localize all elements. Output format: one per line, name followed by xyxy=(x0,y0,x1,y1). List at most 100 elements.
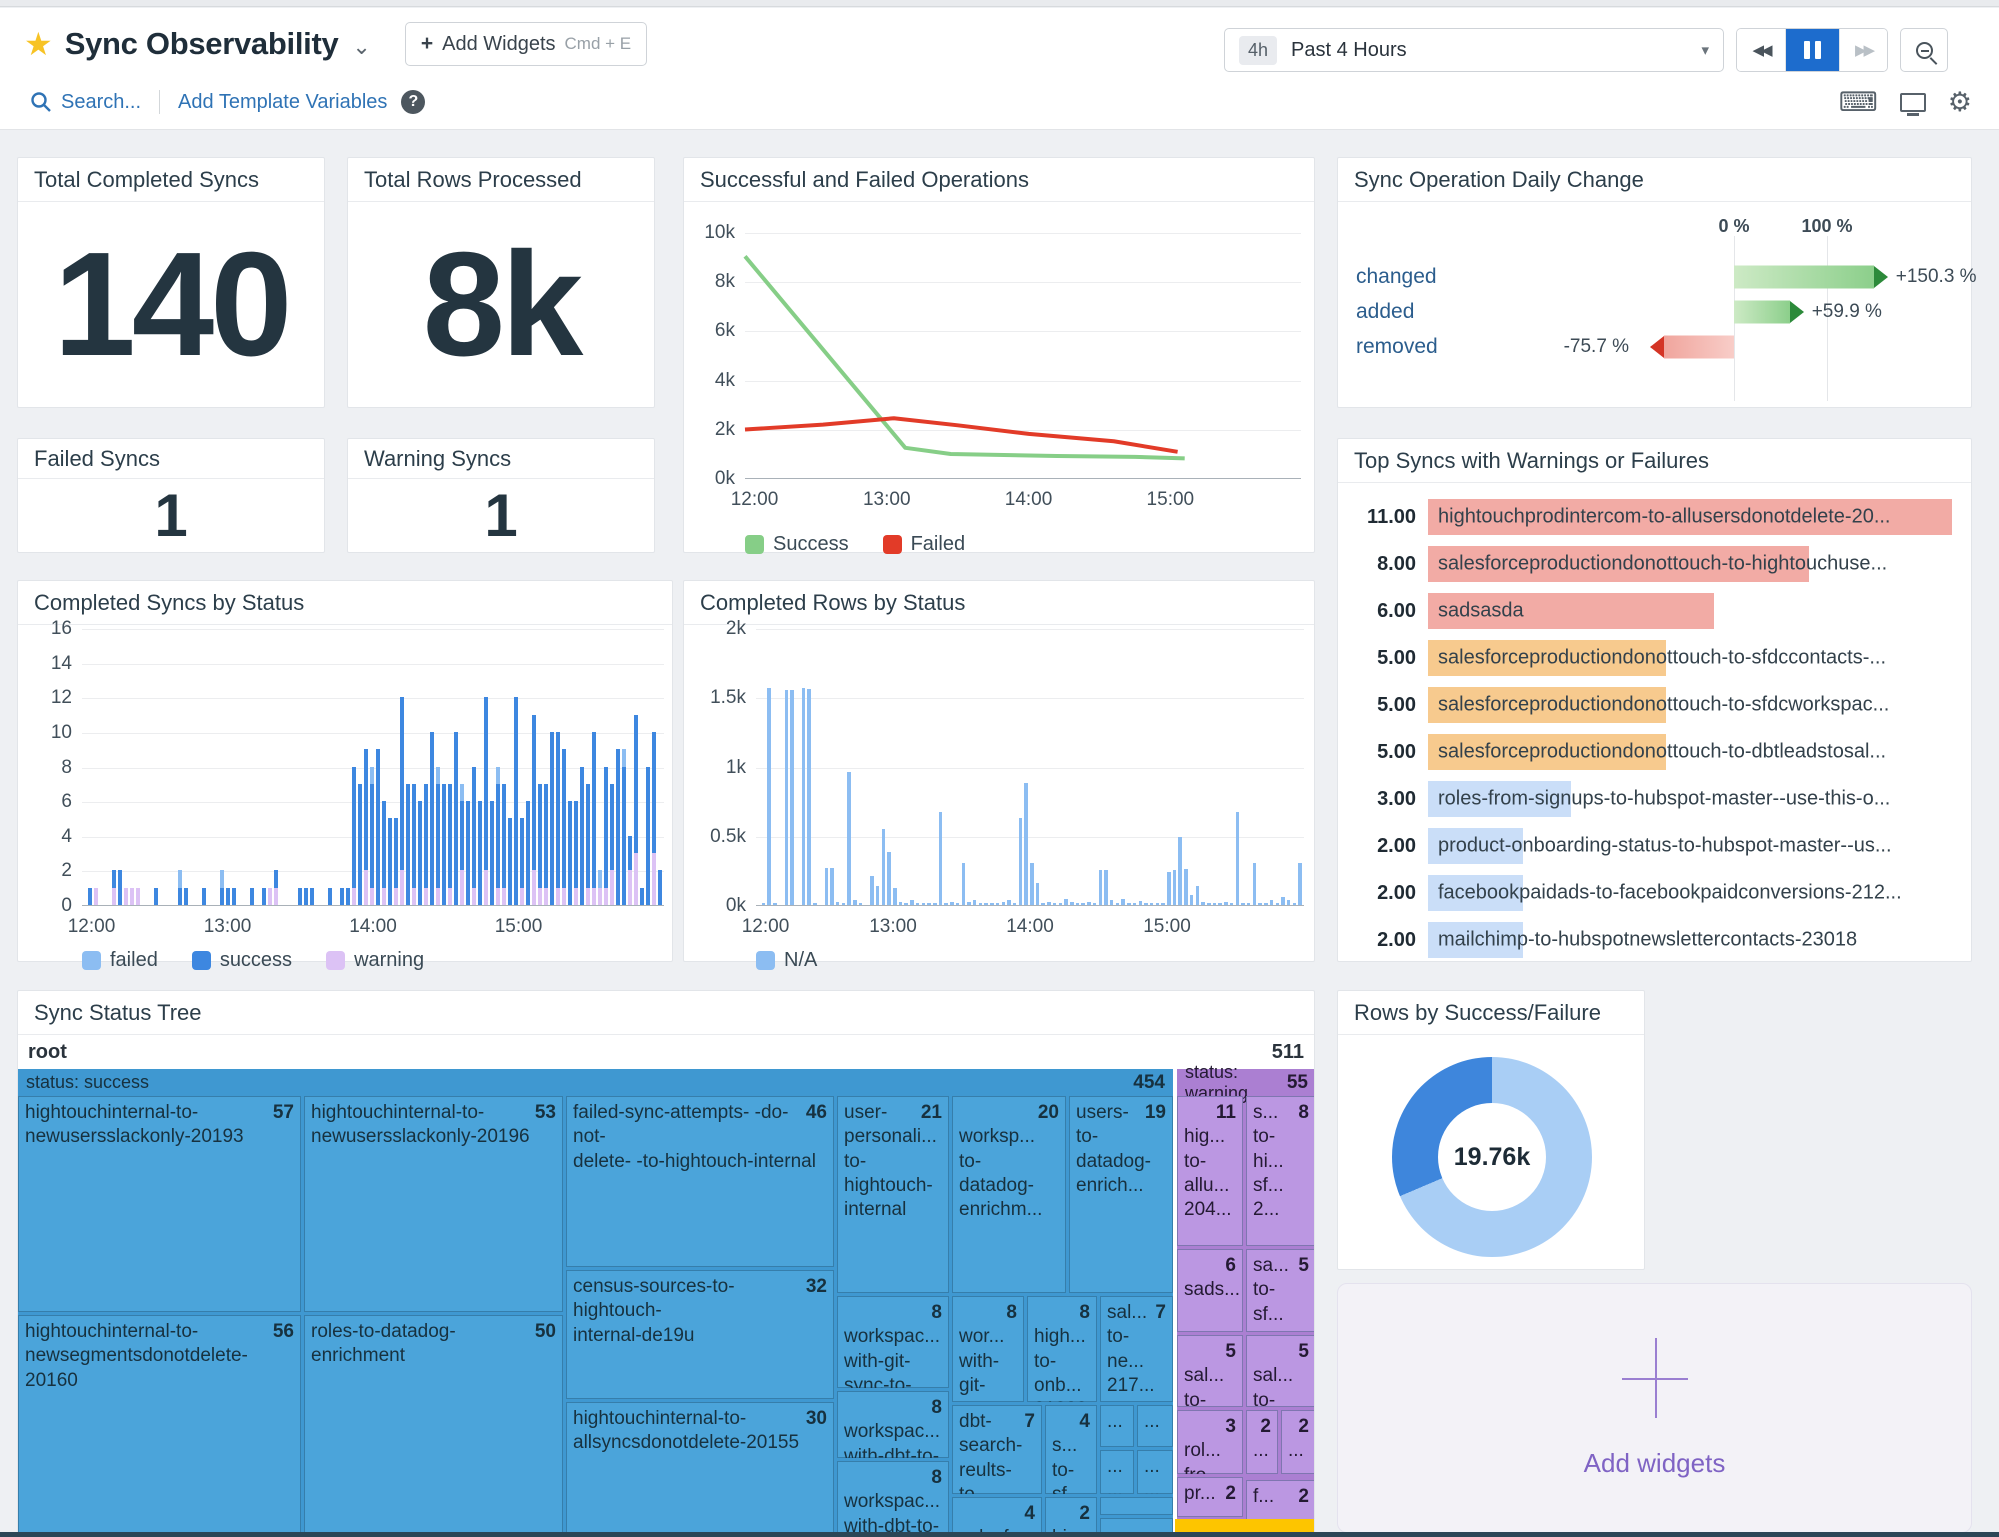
rows-bar[interactable] xyxy=(950,902,954,906)
stacked-bar[interactable] xyxy=(490,801,494,905)
rows-bar[interactable] xyxy=(847,772,851,905)
treemap-tile[interactable]: 6sads... xyxy=(1177,1249,1243,1332)
rows-bar[interactable] xyxy=(996,903,1000,905)
stacked-bar[interactable] xyxy=(562,749,566,905)
rows-bar[interactable] xyxy=(1110,900,1114,905)
treemap-tile[interactable]: ... ... xyxy=(1137,1450,1173,1494)
stacked-bar[interactable] xyxy=(418,801,422,905)
stacked-bar[interactable] xyxy=(574,801,578,905)
stacked-bar[interactable] xyxy=(358,784,362,905)
rows-bar[interactable] xyxy=(927,903,931,905)
treemap-tile[interactable]: 8workspac... with-git- sync-to-fe... xyxy=(837,1296,949,1388)
stacked-bar[interactable] xyxy=(436,767,440,905)
stacked-bar[interactable] xyxy=(640,888,644,905)
stacked-bar[interactable] xyxy=(472,767,476,905)
stacked-bar[interactable] xyxy=(112,870,116,905)
rows-bar[interactable] xyxy=(1013,903,1017,905)
rows-bar[interactable] xyxy=(899,902,903,905)
treemap-tile[interactable]: 8high... to- onb... 21222 xyxy=(1027,1296,1097,1402)
top-sync-row[interactable]: 2.00product-onboarding-status-to-hubspot… xyxy=(1338,826,1961,866)
rows-bar[interactable] xyxy=(1241,903,1245,905)
change-row-label[interactable]: changed xyxy=(1356,265,1437,289)
rows-bar[interactable] xyxy=(882,829,886,905)
rows-bar[interactable] xyxy=(1287,900,1291,905)
top-sync-row[interactable]: 2.00facebookpaidads-to-facebookpaidconve… xyxy=(1338,873,1961,913)
title-chevron-down-icon[interactable]: ⌄ xyxy=(352,34,370,60)
stacked-bar[interactable] xyxy=(634,715,638,905)
top-sync-row[interactable]: 5.00salesforceproductiondonottouch-to-sf… xyxy=(1338,638,1961,678)
rows-bar[interactable] xyxy=(1087,902,1091,906)
rows-bar[interactable] xyxy=(1293,903,1297,905)
stacked-bar[interactable] xyxy=(460,784,464,905)
stacked-bar[interactable] xyxy=(310,888,314,905)
rows-bar[interactable] xyxy=(922,903,926,906)
stacked-bar[interactable] xyxy=(250,888,254,905)
rows-bar[interactable] xyxy=(1190,895,1194,905)
treemap-tile[interactable]: 53hightouchinternal-to- newusersslackonl… xyxy=(304,1096,563,1312)
rows-bar[interactable] xyxy=(939,812,943,905)
rows-bar[interactable] xyxy=(1121,899,1125,905)
treemap-tile[interactable]: 3rol... fro... xyxy=(1177,1410,1243,1474)
rows-bar[interactable] xyxy=(967,902,971,906)
stacked-bar[interactable] xyxy=(448,784,452,905)
widget-sync-operation-daily-change[interactable]: Sync Operation Daily Change 0 %100 %chan… xyxy=(1337,157,1972,408)
rows-bar[interactable] xyxy=(1059,903,1063,905)
rows-bar[interactable] xyxy=(1167,872,1171,905)
stacked-bar[interactable] xyxy=(304,888,308,905)
legend-item[interactable]: N/A xyxy=(756,949,817,972)
legend-item[interactable]: warning xyxy=(326,949,424,972)
stacked-bar[interactable] xyxy=(94,888,98,905)
stacked-bar[interactable] xyxy=(388,818,392,905)
rows-bar[interactable] xyxy=(1156,903,1160,906)
stacked-bar[interactable] xyxy=(118,870,122,905)
stacked-bar[interactable] xyxy=(268,888,272,905)
treemap-tile[interactable]: 56hightouchinternal-to- newsegmentsdonot… xyxy=(18,1315,301,1537)
treemap-tile[interactable]: 8s... to- hi... sf... 2... xyxy=(1246,1096,1314,1246)
treemap-root-row[interactable]: root 511 xyxy=(18,1035,1314,1069)
rows-bar[interactable] xyxy=(1002,902,1006,905)
stacked-bar[interactable] xyxy=(658,870,662,905)
stacked-bar[interactable] xyxy=(544,784,548,905)
stacked-bar[interactable] xyxy=(364,749,368,905)
rows-bar[interactable] xyxy=(1144,903,1148,905)
rows-bar[interactable] xyxy=(973,900,977,906)
rows-bar[interactable] xyxy=(904,903,908,905)
rows-bar[interactable] xyxy=(1236,812,1240,905)
rows-bar[interactable] xyxy=(1133,903,1137,905)
stacked-bar[interactable] xyxy=(328,888,332,905)
stacked-bar[interactable] xyxy=(568,801,572,905)
add-widgets-button[interactable]: + Add Widgets Cmd + E xyxy=(405,22,647,66)
legend-item[interactable]: Failed xyxy=(883,533,965,556)
treemap-tile[interactable]: 5sa... to- sf... xyxy=(1246,1249,1314,1332)
rows-bar[interactable] xyxy=(1196,886,1200,905)
treemap-tile[interactable]: 5sal... to- dbt... xyxy=(1246,1335,1314,1407)
stacked-bar[interactable] xyxy=(352,767,356,905)
rows-bar[interactable] xyxy=(1116,903,1120,905)
stacked-bar[interactable] xyxy=(130,888,134,905)
stacked-bar[interactable] xyxy=(136,888,140,905)
rows-bar[interactable] xyxy=(1173,870,1177,905)
rows-bar[interactable] xyxy=(1264,903,1268,905)
widget-completed-syncs-by-status[interactable]: Completed Syncs by Status 02468101214161… xyxy=(17,580,673,962)
favorite-star-icon[interactable]: ★ xyxy=(24,25,53,63)
rows-bar[interactable] xyxy=(1139,901,1143,905)
stacked-bar[interactable] xyxy=(406,784,410,905)
treemap-tile[interactable]: 11hig... to- allu... 204... xyxy=(1177,1096,1243,1246)
treemap-group-header[interactable]: status: success454 xyxy=(18,1069,1173,1096)
legend-item[interactable]: failed xyxy=(82,949,158,972)
stacked-bar[interactable] xyxy=(412,784,416,905)
rows-bar[interactable] xyxy=(1184,869,1188,905)
treemap-tile[interactable]: 2hi... xyxy=(1045,1497,1097,1537)
stacked-bar[interactable] xyxy=(526,801,530,905)
rows-bar[interactable] xyxy=(1247,903,1251,905)
rows-bar[interactable] xyxy=(910,900,914,905)
stacked-bar[interactable] xyxy=(394,818,398,905)
rows-bar[interactable] xyxy=(1007,900,1011,905)
help-icon[interactable]: ? xyxy=(401,90,425,114)
zoom-out-button[interactable] xyxy=(1900,28,1948,72)
stacked-bar[interactable] xyxy=(466,801,470,905)
rows-bar[interactable] xyxy=(1150,903,1154,905)
stacked-bar[interactable] xyxy=(424,784,428,905)
rows-bar[interactable] xyxy=(853,900,857,905)
top-sync-row[interactable]: 3.00roles-from-signups-to-hubspot-master… xyxy=(1338,779,1961,819)
